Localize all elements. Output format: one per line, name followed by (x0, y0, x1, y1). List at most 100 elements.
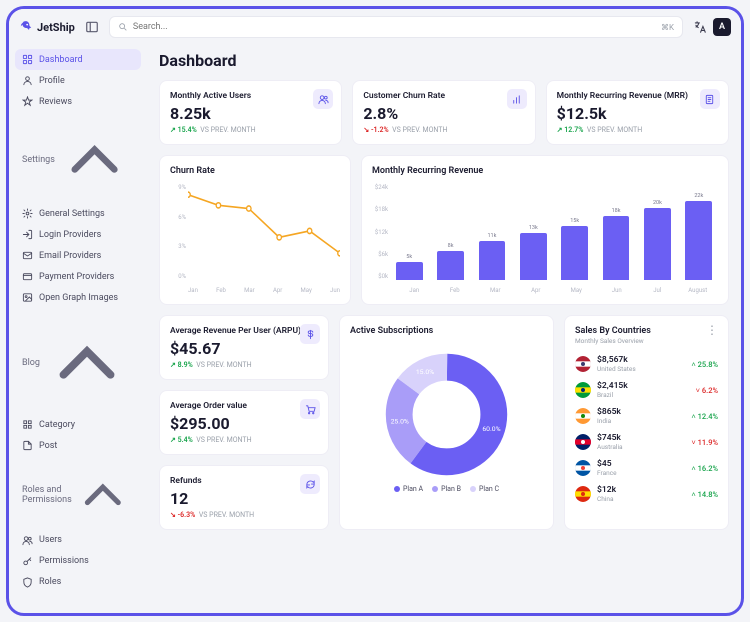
search-input[interactable] (133, 22, 656, 32)
kpi-card: Refunds 12 ↘ -6.3% VS PREV. MONTH (159, 465, 329, 530)
delta: ↘ -1.2% (363, 126, 388, 134)
translate-icon[interactable] (693, 20, 707, 34)
delta: ↗ 8.9% (170, 361, 193, 369)
bar (603, 216, 630, 281)
users-icon (22, 535, 33, 546)
bar (479, 241, 506, 280)
country-row: $745k Australia ˅ 11.9% (575, 429, 718, 455)
flag-au-icon (575, 434, 591, 450)
delta: ↘ -6.3% (170, 511, 195, 519)
flag-cn-icon (575, 486, 591, 502)
sidebar-item-email-providers[interactable]: Email Providers (15, 245, 141, 266)
country-pct: ˄ 14.8% (691, 490, 718, 499)
doc-icon-badge (700, 89, 720, 109)
sidebar-item-reviews[interactable]: Reviews (15, 91, 141, 112)
sidebar-section-header[interactable]: Roadmap (15, 593, 141, 613)
refresh-icon-badge (300, 474, 320, 494)
card-title: Sales By Countries (575, 326, 651, 336)
mrr-chart-card: Monthly Recurring Revenue $24k$18k$12k$6… (361, 155, 729, 305)
sidebar-item-payment-providers[interactable]: Payment Providers (15, 266, 141, 287)
users-icon-badge (313, 89, 333, 109)
country-pct: ˄ 25.8% (691, 360, 718, 369)
brand-logo[interactable]: JetShip (19, 20, 75, 34)
country-row: $45 France ˄ 16.2% (575, 455, 718, 481)
card-icon (22, 271, 33, 282)
gear-icon (22, 208, 33, 219)
rocket-icon (19, 20, 33, 34)
sidebar-section-header[interactable]: Settings (15, 112, 141, 203)
chevup-icon (40, 316, 134, 410)
sidebar: DashboardProfileReviewsSettingsGeneral S… (9, 45, 147, 613)
sidebar-toggle[interactable] (85, 20, 99, 34)
chevup-icon (61, 601, 135, 613)
chart-title: Monthly Recurring Revenue (372, 166, 718, 176)
delta: ↗ 12.7% (557, 126, 584, 134)
churn-chart: 9%6%3%0% JanFebMarAprMayJun (170, 184, 340, 294)
sidebar-item-login-providers[interactable]: Login Providers (15, 224, 141, 245)
sidebar-item-category[interactable]: Category (15, 414, 141, 435)
country-pct: ˅ 11.9% (691, 438, 718, 447)
sidebar-item-general-settings[interactable]: General Settings (15, 203, 141, 224)
donut-chart: 60.0% 25.0% 15.0% (384, 352, 509, 477)
card-subtitle: Monthly Sales Overview (575, 337, 651, 345)
user-avatar[interactable]: A (713, 18, 731, 36)
kpi-card: Monthly Active Users 8.25k ↗ 15.4% VS PR… (159, 80, 342, 145)
svg-text:15.0%: 15.0% (416, 368, 434, 376)
category-icon (22, 419, 33, 430)
chevup-icon (55, 120, 134, 199)
users-icon (318, 94, 329, 105)
sidebar-item-profile[interactable]: Profile (15, 70, 141, 91)
kpi-card: Average Revenue Per User (ARPU) $45.67 ↗… (159, 315, 329, 380)
sidebar-item-open-graph-images[interactable]: Open Graph Images (15, 287, 141, 308)
chart-title: Churn Rate (170, 166, 340, 176)
post-icon (22, 440, 33, 451)
flag-in-icon (575, 408, 591, 424)
panel-icon (85, 20, 99, 34)
user-icon (22, 75, 33, 86)
sidebar-section-header[interactable]: Blog (15, 308, 141, 414)
sidebar-item-post[interactable]: Post (15, 435, 141, 456)
brand-name: JetShip (37, 21, 75, 34)
bar (396, 262, 423, 280)
more-menu[interactable]: ⋮ (706, 326, 718, 334)
bar (437, 251, 464, 280)
cart-icon (305, 404, 316, 415)
sidebar-section-header[interactable]: Roles and Permissions (15, 456, 141, 530)
churn-chart-card: Churn Rate 9%6%3%0% JanFebMarAprMayJun (159, 155, 351, 305)
bar (644, 208, 671, 280)
search-input-wrapper[interactable]: ⌘K (109, 16, 683, 38)
sidebar-item-roles[interactable]: Roles (15, 572, 141, 593)
flag-br-icon (575, 382, 591, 398)
content: Dashboard Monthly Active Users 8.25k ↗ 1… (147, 45, 741, 613)
svg-text:25.0%: 25.0% (391, 418, 409, 426)
chevup-icon (72, 464, 134, 526)
country-pct: ˄ 16.2% (691, 464, 718, 473)
sidebar-item-permissions[interactable]: Permissions (15, 551, 141, 572)
kpi-card: Monthly Recurring Revenue (MRR) $12.5k ↗… (546, 80, 729, 145)
dollar-icon-badge (300, 324, 320, 344)
doc-icon (704, 94, 715, 105)
country-row: $12k China ˄ 14.8% (575, 481, 718, 507)
cart-icon-badge (300, 399, 320, 419)
bar (520, 233, 547, 280)
search-icon (118, 22, 128, 32)
country-row: $865k India ˄ 12.4% (575, 403, 718, 429)
image-icon (22, 292, 33, 303)
country-row: $2,415k Brazil ˅ 6.2% (575, 377, 718, 403)
chart-icon (511, 94, 522, 105)
country-pct: ˄ 12.4% (691, 412, 718, 421)
sidebar-item-users[interactable]: Users (15, 530, 141, 551)
delta: ↗ 5.4% (170, 436, 193, 444)
refresh-icon (305, 479, 316, 490)
mail-icon (22, 250, 33, 261)
sidebar-item-dashboard[interactable]: Dashboard (15, 49, 141, 70)
login-icon (22, 229, 33, 240)
kpi-card: Customer Churn Rate 2.8% ↘ -1.2% VS PREV… (352, 80, 535, 145)
chart-icon-badge (507, 89, 527, 109)
key-icon (22, 556, 33, 567)
mrr-chart: $24k$18k$12k$6k$0k 5k8k11k13k15k18k20k22… (372, 184, 718, 294)
shield-icon (22, 577, 33, 588)
kpi-card: Average Order value $295.00 ↗ 5.4% VS PR… (159, 390, 329, 455)
dashboard-icon (22, 54, 33, 65)
svg-text:60.0%: 60.0% (482, 425, 500, 433)
